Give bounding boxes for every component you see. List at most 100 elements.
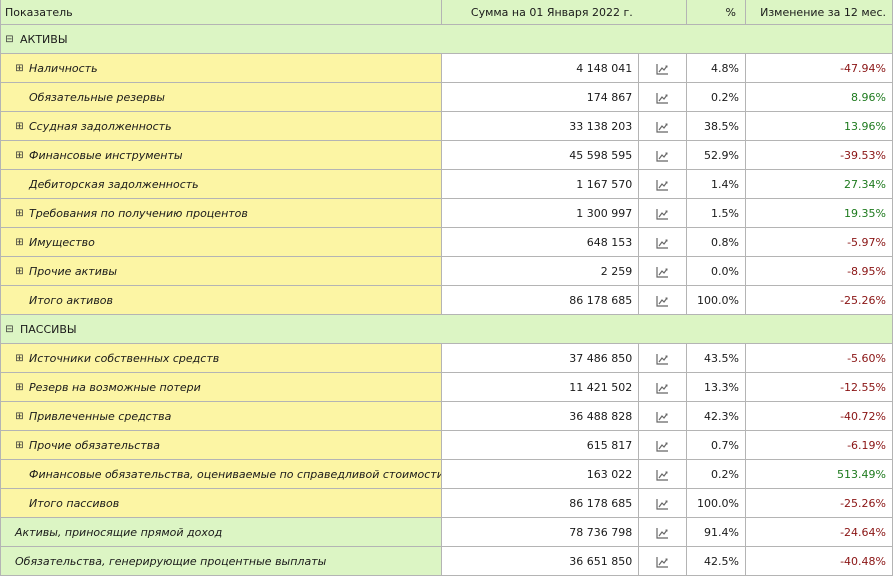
indicator-cell[interactable]: ⊞ Наличность: [0, 53, 442, 83]
indicator-cell[interactable]: ⊞ Привлеченные средства: [0, 401, 442, 431]
percent-cell: 1.5%: [685, 198, 746, 228]
indicator-label: Резерв на возможные потери: [29, 380, 201, 394]
indicator-cell[interactable]: ⊞ Имущество: [0, 227, 442, 257]
change-cell: -12.55%: [744, 372, 893, 402]
section-header[interactable]: ⊟ ПАССИВЫ: [0, 314, 893, 344]
chart-cell[interactable]: [638, 343, 687, 373]
line-chart-icon[interactable]: [656, 410, 669, 423]
minus-square-icon[interactable]: ⊟: [5, 34, 14, 44]
line-chart-icon[interactable]: [656, 526, 669, 539]
plus-square-icon[interactable]: ⊞: [15, 121, 24, 131]
percent-cell: 0.8%: [685, 227, 746, 257]
change-cell: 513.49%: [744, 459, 893, 489]
table-row: ⊞ Прочие обязательства 615 817 0.7% -6.19%: [0, 430, 893, 460]
column-header-percent[interactable]: %: [685, 0, 746, 25]
table-row: ⊞ Резерв на возможные потери 11 421 502 13.…: [0, 372, 893, 402]
table-row: Итого пассивов 86 178 685 100.0% -25.26%: [0, 488, 893, 518]
chart-cell[interactable]: [638, 53, 687, 83]
indicator-cell[interactable]: ⊞ Финансовые инструменты: [0, 140, 442, 170]
indicator-label: Финансовые инструменты: [29, 148, 183, 162]
chart-cell[interactable]: [638, 285, 687, 315]
line-chart-icon[interactable]: [656, 149, 669, 162]
plus-square-icon[interactable]: ⊞: [15, 382, 24, 392]
indicator-cell[interactable]: ⊞ Требования по получению процентов: [0, 198, 442, 228]
chart-cell[interactable]: [638, 517, 687, 547]
chart-cell[interactable]: [638, 459, 687, 489]
change-cell: -40.48%: [744, 546, 893, 576]
sum-cell: 11 421 502: [440, 372, 640, 402]
chart-cell[interactable]: [638, 430, 687, 460]
line-chart-icon[interactable]: [656, 207, 669, 220]
percent-cell: 43.5%: [685, 343, 746, 373]
percent-cell: 0.7%: [685, 430, 746, 460]
percent-cell: 100.0%: [685, 285, 746, 315]
line-chart-icon[interactable]: [656, 468, 669, 481]
indicator-label: Итого активов: [29, 293, 114, 307]
line-chart-icon[interactable]: [656, 178, 669, 191]
indicator-cell[interactable]: ⊞ Источники собственных средств: [0, 343, 442, 373]
sum-cell: 174 867: [440, 82, 640, 112]
line-chart-icon[interactable]: [656, 120, 669, 133]
line-chart-icon[interactable]: [656, 294, 669, 307]
chart-cell[interactable]: [638, 256, 687, 286]
chart-cell[interactable]: [638, 227, 687, 257]
chart-cell[interactable]: [638, 546, 687, 576]
percent-cell: 4.8%: [685, 53, 746, 83]
chart-cell[interactable]: [638, 140, 687, 170]
line-chart-icon[interactable]: [656, 352, 669, 365]
line-chart-icon[interactable]: [656, 497, 669, 510]
column-header-change[interactable]: Изменение за 12 мес.: [744, 0, 893, 25]
line-chart-icon[interactable]: [656, 555, 669, 568]
line-chart-icon[interactable]: [656, 236, 669, 249]
change-cell: -47.94%: [744, 53, 893, 83]
line-chart-icon[interactable]: [656, 439, 669, 452]
plus-square-icon[interactable]: ⊞: [15, 237, 24, 247]
indicator-cell[interactable]: ⊞ Резерв на возможные потери: [0, 372, 442, 402]
plus-square-icon[interactable]: ⊞: [15, 266, 24, 276]
table-row: ⊞ Привлеченные средства 36 488 828 42.3% -40…: [0, 401, 893, 431]
indicator-label: Привлеченные средства: [29, 409, 172, 423]
sum-cell: 648 153: [440, 227, 640, 257]
sum-cell: 1 300 997: [440, 198, 640, 228]
column-header-indicator[interactable]: Показатель: [0, 0, 442, 25]
line-chart-icon[interactable]: [656, 62, 669, 75]
summary-row: Обязательства, генерирующие процентные в…: [0, 546, 893, 576]
column-header-sum[interactable]: Сумма на 01 Января 2022 г.: [440, 0, 639, 25]
table-row: Обязательные резервы 174 867 0.2% 8.96%: [0, 82, 893, 112]
change-cell: 19.35%: [744, 198, 893, 228]
indicator-cell[interactable]: ⊞ Прочие обязательства: [0, 430, 442, 460]
line-chart-icon[interactable]: [656, 265, 669, 278]
line-chart-icon[interactable]: [656, 381, 669, 394]
sum-cell: 36 651 850: [440, 546, 640, 576]
minus-square-icon[interactable]: ⊟: [5, 324, 14, 334]
indicator-cell[interactable]: ⊞ Прочие активы: [0, 256, 442, 286]
plus-square-icon[interactable]: ⊞: [15, 63, 24, 73]
table-row: ⊞ Требования по получению процентов 1 300 …: [0, 198, 893, 228]
change-cell: -25.26%: [744, 488, 893, 518]
change-cell: -39.53%: [744, 140, 893, 170]
plus-square-icon[interactable]: ⊞: [15, 411, 24, 421]
plus-square-icon[interactable]: ⊞: [15, 353, 24, 363]
percent-cell: 1.4%: [685, 169, 746, 199]
indicator-cell[interactable]: ⊞ Ссудная задолженность: [0, 111, 442, 141]
table-row: ⊞ Источники собственных средств 37 486 850…: [0, 343, 893, 373]
chart-cell[interactable]: [638, 372, 687, 402]
percent-cell: 100.0%: [685, 488, 746, 518]
chart-cell[interactable]: [638, 488, 687, 518]
plus-square-icon[interactable]: ⊞: [15, 150, 24, 160]
percent-cell: 91.4%: [685, 517, 746, 547]
plus-square-icon[interactable]: ⊞: [15, 440, 24, 450]
change-cell: -5.97%: [744, 227, 893, 257]
line-chart-icon[interactable]: [656, 91, 669, 104]
section-row: ⊟ АКТИВЫ: [0, 24, 893, 54]
plus-square-icon[interactable]: ⊞: [15, 208, 24, 218]
chart-cell[interactable]: [638, 198, 687, 228]
chart-cell[interactable]: [638, 111, 687, 141]
chart-cell[interactable]: [638, 82, 687, 112]
chart-cell[interactable]: [638, 401, 687, 431]
change-cell: 13.96%: [744, 111, 893, 141]
table-row: ⊞ Наличность 4 148 041 4.8% -47.94%: [0, 53, 893, 83]
section-header[interactable]: ⊟ АКТИВЫ: [0, 24, 893, 54]
chart-cell[interactable]: [638, 169, 687, 199]
indicator-cell: Обязательства, генерирующие процентные в…: [0, 546, 442, 576]
